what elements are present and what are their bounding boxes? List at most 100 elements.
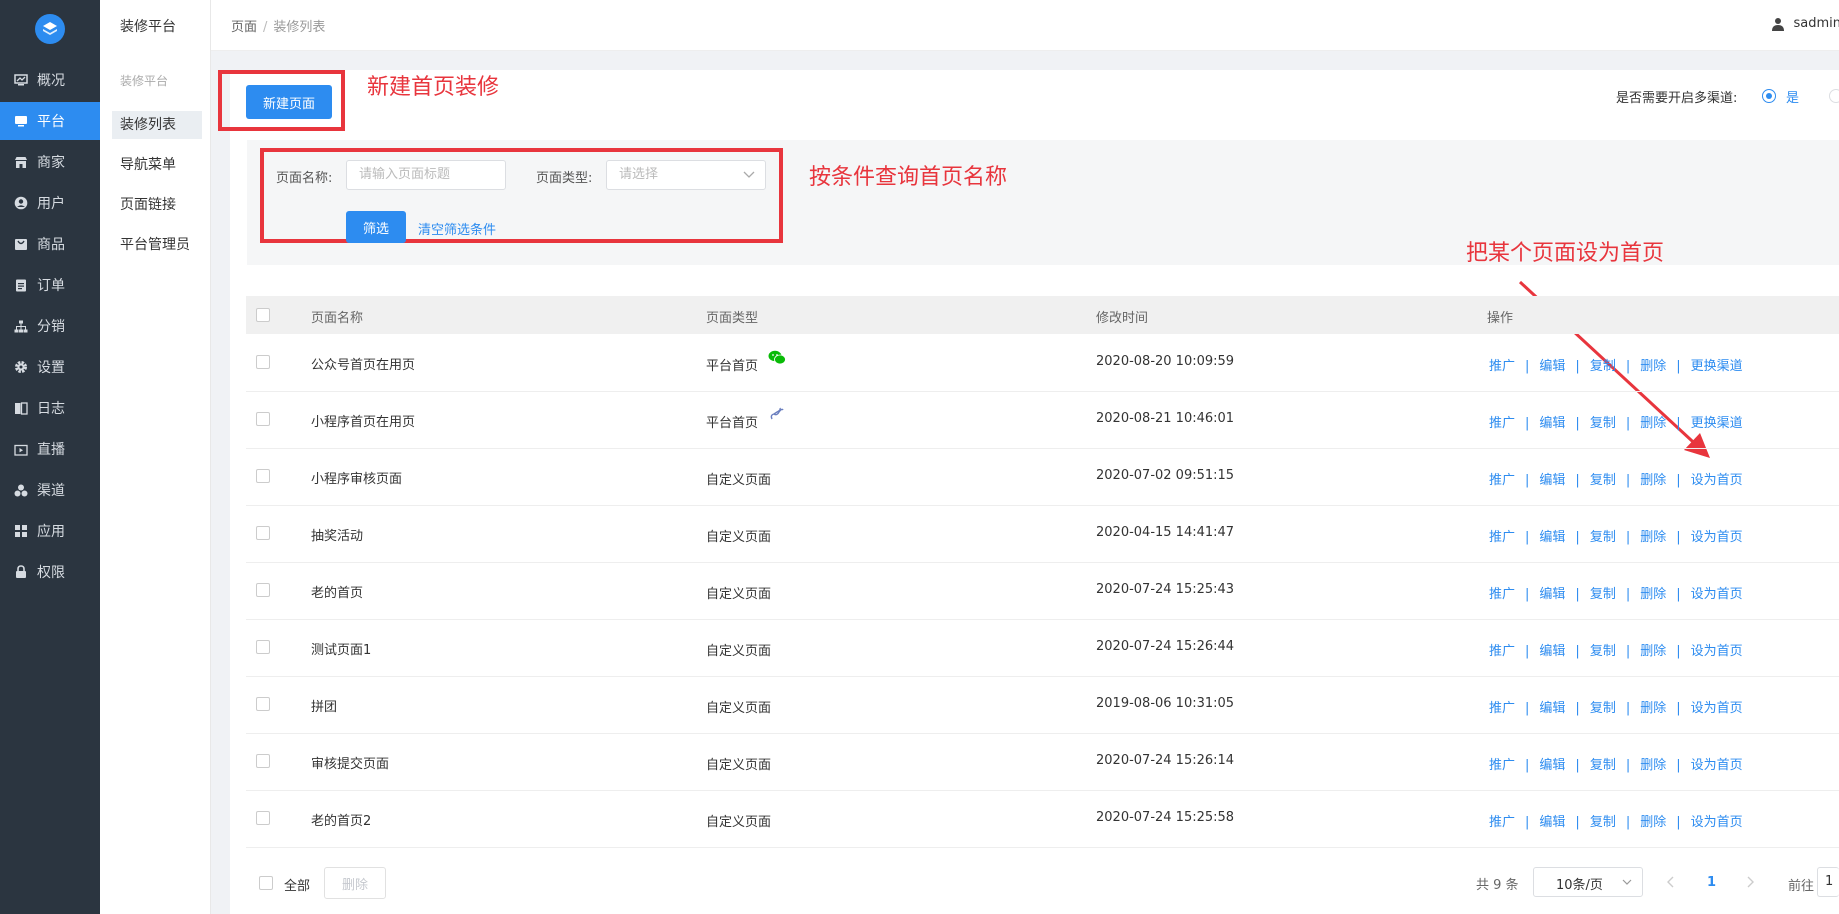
submenu-item-platform-admins[interactable]: 平台管理员 bbox=[112, 231, 202, 259]
promote-link[interactable]: 推广 bbox=[1489, 473, 1515, 488]
row-checkbox[interactable] bbox=[256, 697, 270, 711]
goto-page-input[interactable]: 1 bbox=[1817, 867, 1839, 897]
change-channel-link[interactable]: 更换渠道 bbox=[1691, 416, 1743, 431]
delete-link[interactable]: 删除 bbox=[1640, 644, 1666, 659]
row-checkbox[interactable] bbox=[256, 583, 270, 597]
change-channel-link[interactable]: 更换渠道 bbox=[1691, 359, 1743, 374]
op-separator: | bbox=[1676, 416, 1681, 431]
row-page-name: 老的首页 bbox=[311, 586, 364, 601]
set-home-link[interactable]: 设为首页 bbox=[1691, 587, 1743, 602]
promote-link[interactable]: 推广 bbox=[1489, 587, 1515, 602]
delete-link[interactable]: 删除 bbox=[1640, 701, 1666, 716]
promote-link[interactable]: 推广 bbox=[1489, 416, 1515, 431]
page-size-select[interactable]: 10条/页 bbox=[1533, 867, 1643, 897]
edit-link[interactable]: 编辑 bbox=[1539, 530, 1565, 545]
sidebar-item-label: 用户 bbox=[37, 196, 65, 212]
op-separator: | bbox=[1575, 587, 1580, 602]
delete-link[interactable]: 删除 bbox=[1640, 815, 1666, 830]
sidebar-item-distribution[interactable]: 分销 bbox=[0, 307, 100, 345]
row-actions: 推广 | 编辑 | 复制 | 删除 | 设为首页 bbox=[1489, 811, 1743, 830]
submenu-item-nav-menu[interactable]: 导航菜单 bbox=[112, 151, 202, 179]
copy-link[interactable]: 复制 bbox=[1590, 359, 1616, 374]
copy-link[interactable]: 复制 bbox=[1590, 758, 1616, 773]
row-checkbox[interactable] bbox=[256, 526, 270, 540]
promote-link[interactable]: 推广 bbox=[1489, 758, 1515, 773]
promote-link[interactable]: 推广 bbox=[1489, 701, 1515, 716]
promote-link[interactable]: 推广 bbox=[1489, 644, 1515, 659]
sidebar-item-goods[interactable]: 商品 bbox=[0, 225, 100, 263]
sidebar-item-overview[interactable]: 概况 bbox=[0, 61, 100, 99]
sidebar-item-platform[interactable]: 平台 bbox=[0, 102, 100, 140]
row-checkbox[interactable] bbox=[256, 355, 270, 369]
row-checkbox[interactable] bbox=[256, 811, 270, 825]
row-page-name: 抽奖活动 bbox=[311, 529, 364, 544]
edit-link[interactable]: 编辑 bbox=[1539, 701, 1565, 716]
edit-link[interactable]: 编辑 bbox=[1539, 815, 1565, 830]
footer-select-all-label: 全部 bbox=[284, 879, 311, 894]
set-home-link[interactable]: 设为首页 bbox=[1691, 701, 1743, 716]
row-checkbox[interactable] bbox=[256, 754, 270, 768]
delete-link[interactable]: 删除 bbox=[1640, 359, 1666, 374]
batch-delete-button[interactable]: 删除 bbox=[324, 867, 386, 899]
op-separator: | bbox=[1525, 530, 1530, 545]
delete-link[interactable]: 删除 bbox=[1640, 587, 1666, 602]
sidebar-item-orders[interactable]: 订单 bbox=[0, 266, 100, 304]
promote-link[interactable]: 推广 bbox=[1489, 359, 1515, 374]
row-checkbox[interactable] bbox=[256, 412, 270, 426]
copy-link[interactable]: 复制 bbox=[1590, 416, 1616, 431]
sidebar-item-permissions[interactable]: 权限 bbox=[0, 553, 100, 591]
delete-link[interactable]: 删除 bbox=[1640, 473, 1666, 488]
header-select-all-checkbox[interactable] bbox=[256, 308, 270, 322]
edit-link[interactable]: 编辑 bbox=[1539, 758, 1565, 773]
edit-link[interactable]: 编辑 bbox=[1539, 644, 1565, 659]
prev-page-icon[interactable] bbox=[1667, 876, 1675, 888]
row-checkbox[interactable] bbox=[256, 469, 270, 483]
submenu-item-decoration-list[interactable]: 装修列表 bbox=[112, 111, 202, 139]
edit-link[interactable]: 编辑 bbox=[1539, 587, 1565, 602]
submenu-item-page-links[interactable]: 页面链接 bbox=[112, 191, 202, 219]
copy-link[interactable]: 复制 bbox=[1590, 701, 1616, 716]
page-type-select[interactable]: 请选择 bbox=[606, 160, 766, 190]
promote-link[interactable]: 推广 bbox=[1489, 530, 1515, 545]
copy-link[interactable]: 复制 bbox=[1590, 587, 1616, 602]
copy-link[interactable]: 复制 bbox=[1590, 815, 1616, 830]
delete-link[interactable]: 删除 bbox=[1640, 416, 1666, 431]
footer-select-all-checkbox[interactable] bbox=[259, 876, 273, 890]
edit-link[interactable]: 编辑 bbox=[1539, 416, 1565, 431]
user-menu[interactable]: sadmin bbox=[1771, 16, 1839, 31]
filter-submit-button[interactable]: 筛选 bbox=[346, 211, 406, 243]
set-home-link[interactable]: 设为首页 bbox=[1691, 644, 1743, 659]
next-page-icon[interactable] bbox=[1746, 876, 1754, 888]
sidebar-item-logs[interactable]: 日志 bbox=[0, 389, 100, 427]
copy-link[interactable]: 复制 bbox=[1590, 530, 1616, 545]
set-home-link[interactable]: 设为首页 bbox=[1691, 530, 1743, 545]
sidebar-item-live[interactable]: 直播 bbox=[0, 430, 100, 468]
copy-link[interactable]: 复制 bbox=[1590, 644, 1616, 659]
breadcrumb-root[interactable]: 页面 bbox=[231, 20, 257, 35]
op-separator: | bbox=[1625, 701, 1631, 716]
edit-link[interactable]: 编辑 bbox=[1539, 359, 1565, 374]
new-page-button[interactable]: 新建页面 bbox=[246, 85, 332, 119]
page-name-input[interactable]: 请输入页面标题 bbox=[346, 160, 506, 190]
clear-filter-link[interactable]: 清空筛选条件 bbox=[418, 219, 496, 238]
promote-link[interactable]: 推广 bbox=[1489, 815, 1515, 830]
delete-link[interactable]: 删除 bbox=[1640, 530, 1666, 545]
set-home-link[interactable]: 设为首页 bbox=[1691, 473, 1743, 488]
copy-link[interactable]: 复制 bbox=[1590, 473, 1616, 488]
submenu-group-label: 装修平台 bbox=[120, 74, 169, 88]
current-page-number[interactable]: 1 bbox=[1707, 875, 1716, 890]
edit-link[interactable]: 编辑 bbox=[1539, 473, 1565, 488]
sidebar-item-users[interactable]: 用户 bbox=[0, 184, 100, 222]
set-home-link[interactable]: 设为首页 bbox=[1691, 815, 1743, 830]
op-separator: | bbox=[1625, 644, 1631, 659]
app-logo-icon[interactable] bbox=[35, 14, 65, 44]
sidebar-item-settings[interactable]: 设置 bbox=[0, 348, 100, 386]
row-checkbox[interactable] bbox=[256, 640, 270, 654]
delete-link[interactable]: 删除 bbox=[1640, 758, 1666, 773]
radio-multichannel-yes[interactable] bbox=[1762, 89, 1776, 103]
sidebar-item-apps[interactable]: 应用 bbox=[0, 512, 100, 550]
sidebar-item-channels[interactable]: 渠道 bbox=[0, 471, 100, 509]
radio-multichannel-no[interactable] bbox=[1829, 89, 1839, 103]
sidebar-item-merchant[interactable]: 商家 bbox=[0, 143, 100, 181]
set-home-link[interactable]: 设为首页 bbox=[1691, 758, 1743, 773]
